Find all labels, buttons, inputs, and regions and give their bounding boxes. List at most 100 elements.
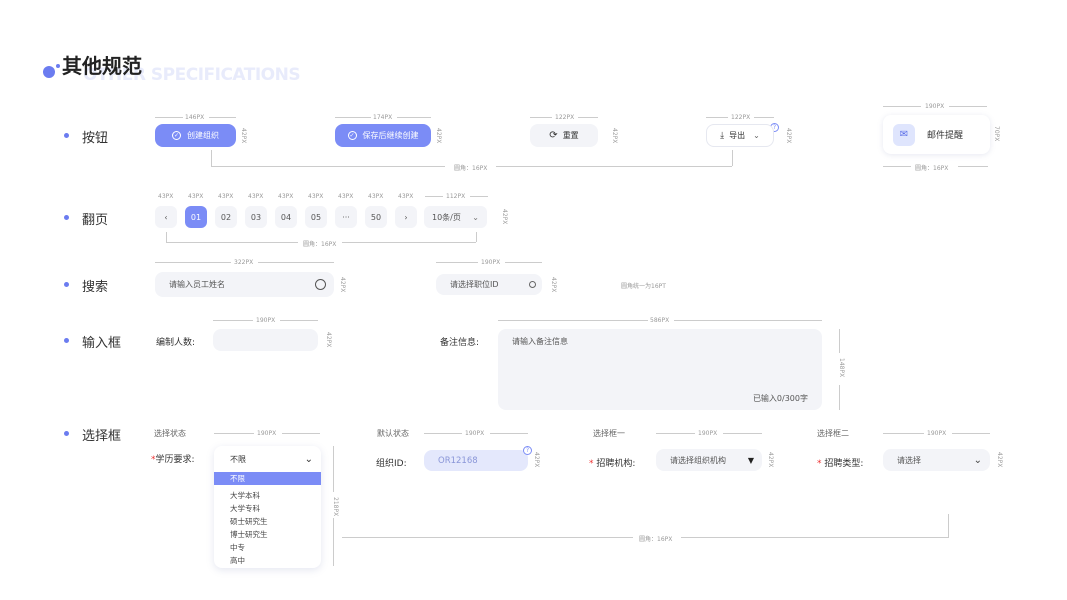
- page-button[interactable]: 05: [305, 206, 327, 228]
- button-label: 保存后继续创建: [362, 131, 419, 140]
- option-item[interactable]: 大学专科: [230, 503, 260, 514]
- dim-label: 43PX: [308, 193, 324, 200]
- headcount-input[interactable]: [213, 329, 318, 351]
- state-caption: 选择框二: [817, 429, 849, 438]
- row-label-select: 选择框: [82, 429, 122, 444]
- select-value: 不限: [230, 454, 246, 464]
- option-item[interactable]: 博士研究生: [230, 529, 268, 540]
- row-label-search: 搜索: [82, 280, 109, 295]
- dim-line: [211, 150, 212, 166]
- dim-line: [530, 117, 552, 118]
- dim-line: [342, 242, 476, 243]
- page-button[interactable]: 04: [275, 206, 297, 228]
- dim-line: [948, 514, 949, 538]
- row-bullet: [64, 338, 69, 343]
- education-label: *学历要求:: [151, 452, 195, 465]
- page-size-label: 10条/页: [432, 212, 461, 222]
- dim-label: 42PX: [996, 452, 1003, 468]
- dim-label: 322PX: [234, 259, 254, 266]
- prev-page-button[interactable]: ‹: [155, 206, 177, 228]
- dim-line: [258, 262, 334, 263]
- recruit-org-label: * 招聘机构:: [589, 456, 635, 469]
- radius-label: 圆角：16PX: [303, 241, 337, 248]
- radius-label: 圆角：16PX: [639, 536, 673, 543]
- search-icon[interactable]: [529, 281, 536, 288]
- dim-line: [883, 433, 924, 434]
- education-dropdown[interactable]: 不限 ⌄ 不限 大学本科 大学专科 硕士研究生 博士研究生 中专 高中: [214, 446, 321, 568]
- row-label-input: 输入框: [82, 336, 122, 351]
- dim-line: [496, 166, 732, 167]
- radius-label: 圆角：16PX: [915, 165, 949, 172]
- dim-line: [425, 196, 443, 197]
- radius-note: 圆角统一为16PT: [621, 283, 666, 290]
- dim-line: [333, 518, 334, 566]
- option-item[interactable]: 高中: [230, 555, 245, 566]
- select-placeholder: 请选择组织机构: [670, 455, 726, 465]
- dim-label: 122PX: [731, 114, 751, 121]
- dim-line: [333, 446, 334, 492]
- page-size-select[interactable]: 10条/页 ⌄: [424, 206, 487, 228]
- page-button[interactable]: 01: [185, 206, 207, 228]
- row-bullet: [64, 133, 69, 138]
- dim-label: 174PX: [373, 114, 393, 121]
- refresh-icon: ⟳: [549, 130, 558, 141]
- dim-line: [681, 537, 949, 538]
- dim-line: [732, 150, 733, 166]
- dim-label: 42PX: [611, 128, 618, 144]
- recruit-org-label-text: 招聘机构:: [596, 459, 636, 469]
- dim-line: [280, 320, 318, 321]
- dim-line: [883, 106, 921, 107]
- page-button[interactable]: 02: [215, 206, 237, 228]
- dim-label: 43PX: [158, 193, 174, 200]
- mail-label: 邮件提醒: [927, 131, 964, 141]
- next-page-button[interactable]: ›: [395, 206, 417, 228]
- option-item[interactable]: 中专: [230, 542, 245, 553]
- dim-label: 42PX: [435, 128, 442, 144]
- recruit-type-label-text: 招聘类型:: [824, 459, 864, 469]
- page-button[interactable]: 50: [365, 206, 387, 228]
- header-dot-small: [56, 64, 60, 68]
- reset-button[interactable]: ⟳ 重置: [530, 124, 598, 147]
- save-continue-button[interactable]: ✓ 保存后继续创建: [335, 124, 431, 147]
- header-dot-large: [43, 66, 55, 78]
- caret-down-icon: ▼: [747, 455, 754, 465]
- position-search-input[interactable]: 请选择职位ID: [436, 274, 542, 295]
- mail-reminder-card[interactable]: ✉ 邮件提醒: [883, 115, 990, 154]
- page-button[interactable]: 03: [245, 206, 267, 228]
- dim-line: [166, 242, 298, 243]
- option-selected[interactable]: 不限: [214, 472, 321, 485]
- page-ellipsis[interactable]: ···: [335, 206, 357, 228]
- dim-label: 42PX: [767, 452, 774, 468]
- select-placeholder: 请选择: [897, 455, 921, 465]
- org-id-input[interactable]: OR12168: [424, 450, 528, 471]
- dim-label: 42PX: [325, 332, 332, 348]
- dim-line: [754, 117, 774, 118]
- employee-search-input[interactable]: 请输入员工姓名: [155, 272, 334, 297]
- dim-line: [839, 385, 840, 410]
- dim-line: [155, 117, 183, 118]
- search-icon[interactable]: [315, 279, 326, 290]
- dim-line: [397, 117, 431, 118]
- dim-line: [342, 537, 633, 538]
- search-placeholder: 请输入员工姓名: [169, 280, 225, 289]
- option-item[interactable]: 大学本科: [230, 490, 260, 501]
- create-org-button[interactable]: ✓ 创建组织: [155, 124, 236, 147]
- recruit-type-select[interactable]: 请选择 ⌄: [883, 449, 990, 471]
- option-item[interactable]: 硕士研究生: [230, 516, 268, 527]
- dim-label: 190PX: [257, 430, 277, 437]
- download-icon: ⤓: [720, 130, 725, 141]
- recruit-org-select[interactable]: 请选择组织机构 ▼: [656, 449, 762, 471]
- export-button[interactable]: ⤓ 导出 ⌄: [706, 124, 774, 147]
- dim-line: [282, 433, 320, 434]
- education-select-value[interactable]: 不限 ⌄: [214, 446, 321, 472]
- remark-textarea[interactable]: 请输入备注信息 已输入0/300字: [498, 329, 822, 410]
- help-icon[interactable]: ?: [523, 446, 532, 455]
- state-caption: 选择框一: [593, 429, 625, 438]
- chevron-down-icon: ⌄: [753, 131, 760, 140]
- dim-label: 586PX: [650, 317, 670, 324]
- chevron-down-icon: ⌄: [973, 454, 982, 466]
- dim-line: [498, 320, 648, 321]
- row-label-pagination: 翻页: [82, 213, 109, 228]
- dim-line: [213, 320, 253, 321]
- recruit-type-label: * 招聘类型:: [817, 456, 863, 469]
